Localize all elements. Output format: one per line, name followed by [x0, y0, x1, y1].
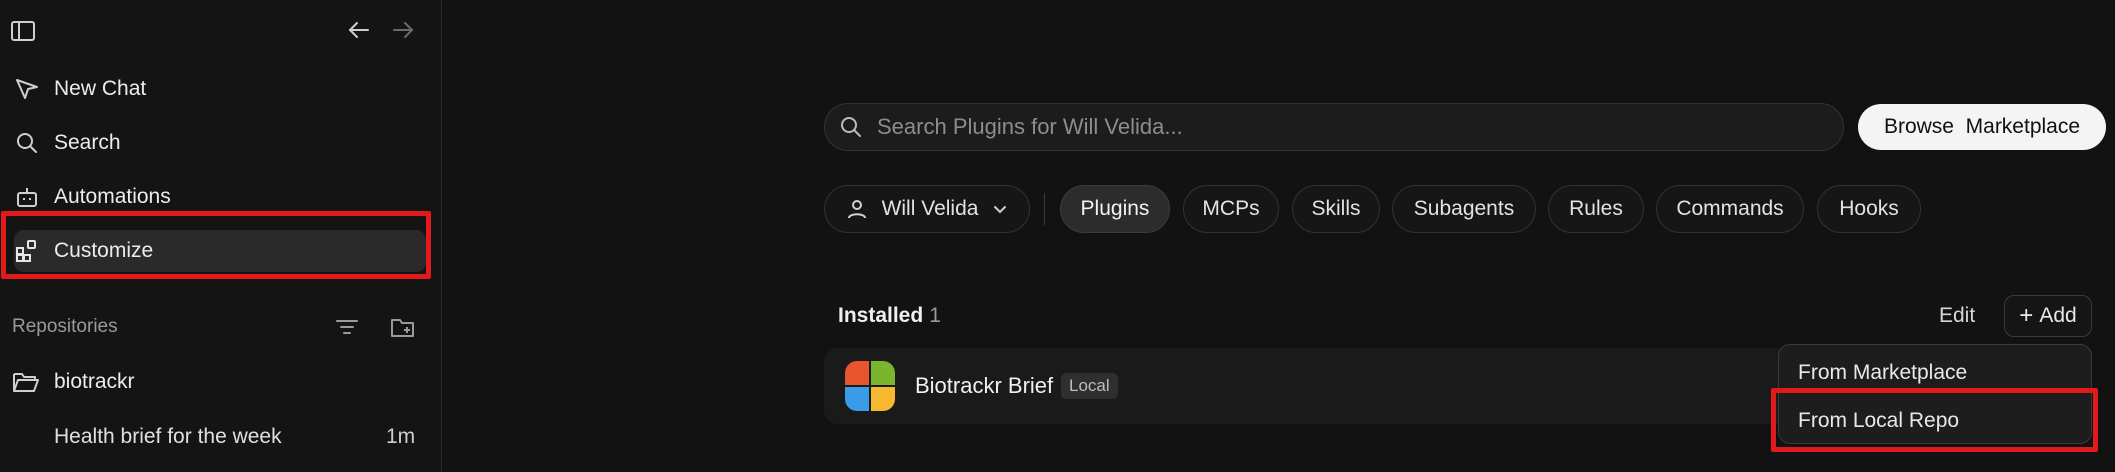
sidebar-toggle-icon[interactable]	[10, 18, 36, 44]
forward-arrow-icon[interactable]	[390, 17, 416, 43]
menu-item-from-local-repo[interactable]: From Local Repo	[1798, 409, 1959, 433]
nav-label: Search	[54, 131, 121, 154]
biotrackr-logo-icon	[845, 361, 895, 411]
scope-label: Will Velida	[881, 197, 979, 220]
nav-customize[interactable]: Customize	[14, 230, 426, 272]
filter-icon[interactable]	[334, 314, 360, 340]
chat-item-title[interactable]: Health brief for the week	[54, 425, 282, 449]
plugin-search-box[interactable]	[824, 103, 1844, 151]
send-icon	[14, 76, 40, 102]
tab-skills[interactable]: Skills	[1292, 185, 1380, 233]
grid-plus-icon	[14, 238, 40, 264]
chat-item-time: 1m	[386, 425, 416, 448]
add-button[interactable]: + Add	[2004, 295, 2092, 337]
installed-count: 1	[929, 304, 941, 327]
toolbar-divider	[1044, 193, 1045, 225]
tab-rules[interactable]: Rules	[1548, 185, 1644, 233]
nav-automations[interactable]: Automations	[14, 176, 426, 218]
folder-open-icon	[12, 369, 40, 395]
plus-icon: +	[2019, 302, 2034, 329]
tab-commands[interactable]: Commands	[1656, 185, 1804, 233]
installed-header: Installed 1	[838, 304, 941, 328]
nav-search[interactable]: Search	[14, 122, 426, 164]
local-badge: Local	[1061, 373, 1118, 399]
add-folder-icon[interactable]	[390, 314, 416, 340]
browse-marketplace-button[interactable]: Browse Marketplace	[1858, 104, 2106, 150]
sidebar: New Chat Search Automations Customize Re…	[0, 0, 442, 472]
nav-label: Customize	[54, 239, 154, 262]
plugin-name: Biotrackr Brief	[915, 373, 1054, 398]
tab-plugins[interactable]: Plugins	[1060, 185, 1170, 233]
robot-icon	[14, 184, 40, 210]
back-arrow-icon[interactable]	[346, 17, 372, 43]
installed-title: Installed	[838, 304, 924, 327]
user-icon	[846, 198, 868, 220]
search-icon	[14, 130, 40, 156]
edit-button[interactable]: Edit	[1939, 304, 1975, 328]
search-icon	[839, 115, 863, 139]
repositories-label: Repositories	[12, 316, 118, 337]
repo-item-biotrackr[interactable]: biotrackr	[54, 370, 135, 394]
scope-selector[interactable]: Will Velida	[824, 185, 1030, 233]
add-label: Add	[2039, 304, 2077, 327]
tab-mcps[interactable]: MCPs	[1183, 185, 1279, 233]
nav-new-chat[interactable]: New Chat	[14, 68, 426, 110]
tab-hooks[interactable]: Hooks	[1817, 185, 1921, 233]
tab-subagents[interactable]: Subagents	[1392, 185, 1536, 233]
plugin-search-input[interactable]	[875, 113, 1779, 141]
nav-label: Automations	[54, 185, 171, 208]
chevron-down-icon	[992, 201, 1008, 217]
nav-label: New Chat	[54, 77, 147, 100]
menu-item-from-marketplace[interactable]: From Marketplace	[1798, 361, 1967, 385]
